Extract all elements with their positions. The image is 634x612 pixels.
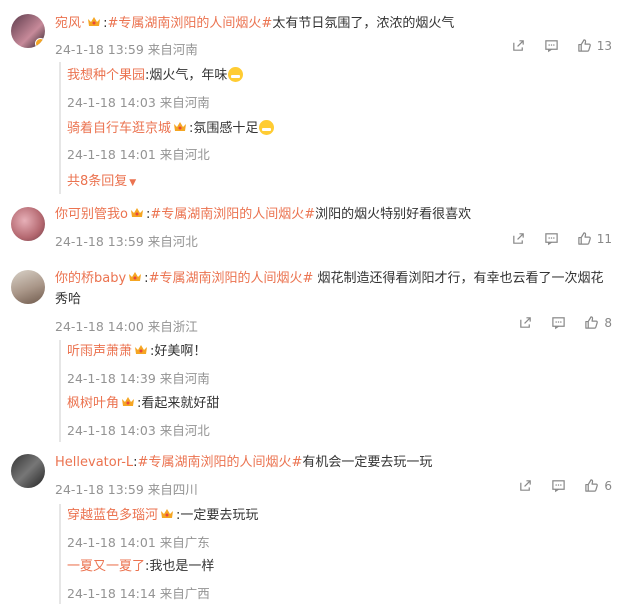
like-button[interactable]: 13 [577,38,612,53]
share-button[interactable] [511,38,526,53]
reply-list: 听雨声萧萧:好美啊！ 24-1-18 14:39 来自河南 枫树叶角:看起来就好… [59,340,633,442]
like-button[interactable]: 6 [584,478,612,493]
reply-list: 我想种个果园:烟火气，年味 24-1-18 14:03 来自河南 骑着自行车逛京… [59,62,633,194]
comment-button[interactable] [544,38,559,53]
vip-badge-icon [35,38,45,48]
comment-icon [544,38,559,53]
share-button[interactable] [511,231,526,246]
comment-username[interactable]: 你可别管我o [55,207,128,222]
avatar[interactable] [11,454,45,488]
comment-button[interactable] [544,231,559,246]
reply-text: 听雨声萧萧:好美啊！ [67,344,207,359]
comment-4: Hellevator-L:#专属湖南浏阳的人间烟火#有机会一定要去玩一玩 24-… [0,448,634,612]
like-icon [577,38,592,53]
like-count: 13 [596,38,612,53]
comment-meta: 24-1-18 14:00 来自浙江 [55,319,198,334]
comment-meta: 24-1-18 13:59 来自河南 [55,42,198,57]
reply-meta: 24-1-18 14:01 来自河北 [67,147,210,162]
reply-list: 穿越蓝色多瑙河:一定要去玩玩 24-1-18 14:01 来自广东 一夏又一夏了… [59,504,633,604]
like-icon [584,478,599,493]
crown-badge-icon [134,344,148,356]
share-button[interactable] [518,478,533,493]
like-count: 6 [604,478,612,493]
comment-1: 宛风·:#专属湖南浏阳的人间烟火#太有节日氛围了，浓浓的烟火气 24-1-18 … [0,0,634,200]
share-button[interactable] [518,315,533,330]
comment-text-continued: 秀哈 [55,292,82,307]
reply-username[interactable]: 听雨声萧萧 [67,344,132,359]
topic-tag[interactable]: #专属湖南浏阳的人间烟火# [108,16,273,31]
like-button[interactable]: 8 [584,315,612,330]
crown-badge-icon [87,16,101,28]
comment-icon [551,315,566,330]
reply-username[interactable]: 枫树叶角 [67,396,119,411]
reply-text: 骑着自行车逛京城:氛围感十足 [67,120,275,138]
share-icon [511,231,526,246]
comment-actions: 6 [518,478,612,493]
like-button[interactable]: 11 [577,231,612,246]
comment-actions: 11 [511,231,612,246]
comment-actions: 13 [511,38,612,53]
reply-username[interactable]: 骑着自行车逛京城 [67,121,171,136]
reply-text: 我想种个果园:烟火气，年味 [67,67,244,85]
reply-meta: 24-1-18 14:39 来自河南 [67,371,210,386]
reply-text: 穿越蓝色多瑙河:一定要去玩玩 [67,508,259,523]
like-count: 11 [596,231,612,246]
comment-text: Hellevator-L:#专属湖南浏阳的人间烟火#有机会一定要去玩一玩 [55,455,433,470]
reply-text: 一夏又一夏了:我也是一样 [67,559,215,574]
comment-3: 你的桥baby:#专属湖南浏阳的人间烟火# 烟花制造还得看浏阳才行，有幸也云看了… [0,262,634,442]
reply-meta: 24-1-18 14:01 来自广东 [67,535,210,550]
comment-button[interactable] [551,478,566,493]
share-icon [518,478,533,493]
crown-badge-icon [160,508,174,520]
comment-text: 你可别管我o:#专属湖南浏阳的人间烟火#浏阳的烟火特别好看很喜欢 [55,207,472,222]
comment-text: 你的桥baby:#专属湖南浏阳的人间烟火# 烟花制造还得看浏阳才行，有幸也云看了… [55,271,604,286]
reply-username[interactable]: 一夏又一夏了 [67,559,145,574]
like-icon [584,315,599,330]
avatar[interactable] [11,207,45,241]
share-icon [518,315,533,330]
avatar[interactable] [11,14,45,48]
comment-meta: 24-1-18 13:59 来自河北 [55,234,198,249]
more-replies-link[interactable]: 共8条回复 ▼ [67,170,136,189]
crown-badge-icon [173,121,187,133]
reply-username[interactable]: 我想种个果园 [67,68,145,83]
chevron-down-icon: ▼ [129,178,137,188]
comment-2: 你可别管我o:#专属湖南浏阳的人间烟火#浏阳的烟火特别好看很喜欢 24-1-18… [0,200,634,260]
reply-text: 枫树叶角:看起来就好甜 [67,396,220,411]
comment-username[interactable]: 宛风· [55,16,85,31]
grin-emoji-icon [228,67,244,82]
topic-tag[interactable]: #专属湖南浏阳的人间烟火# [149,271,314,286]
crown-badge-icon [130,207,144,219]
comment-icon [551,478,566,493]
topic-tag[interactable]: #专属湖南浏阳的人间烟火# [150,207,315,222]
comment-icon [544,231,559,246]
share-icon [511,38,526,53]
reply-meta: 24-1-18 14:03 来自河北 [67,423,210,438]
avatar[interactable] [11,270,45,304]
reply-meta: 24-1-18 14:03 来自河南 [67,95,210,110]
reply-meta: 24-1-18 14:14 来自广西 [67,586,210,601]
topic-tag[interactable]: #专属湖南浏阳的人间烟火# [138,455,303,470]
comment-actions: 8 [518,315,612,330]
comment-username[interactable]: 你的桥baby [55,271,126,286]
comment-meta: 24-1-18 13:59 来自四川 [55,482,198,497]
comment-text: 宛风·:#专属湖南浏阳的人间烟火#太有节日氛围了，浓浓的烟火气 [55,16,455,31]
comment-button[interactable] [551,315,566,330]
like-count: 8 [604,315,612,330]
comment-username[interactable]: Hellevator-L [55,455,133,470]
crown-badge-icon [121,396,135,408]
like-icon [577,231,592,246]
crown-badge-icon [128,271,142,283]
reply-username[interactable]: 穿越蓝色多瑙河 [67,508,158,523]
surprised-emoji-icon [259,120,275,135]
